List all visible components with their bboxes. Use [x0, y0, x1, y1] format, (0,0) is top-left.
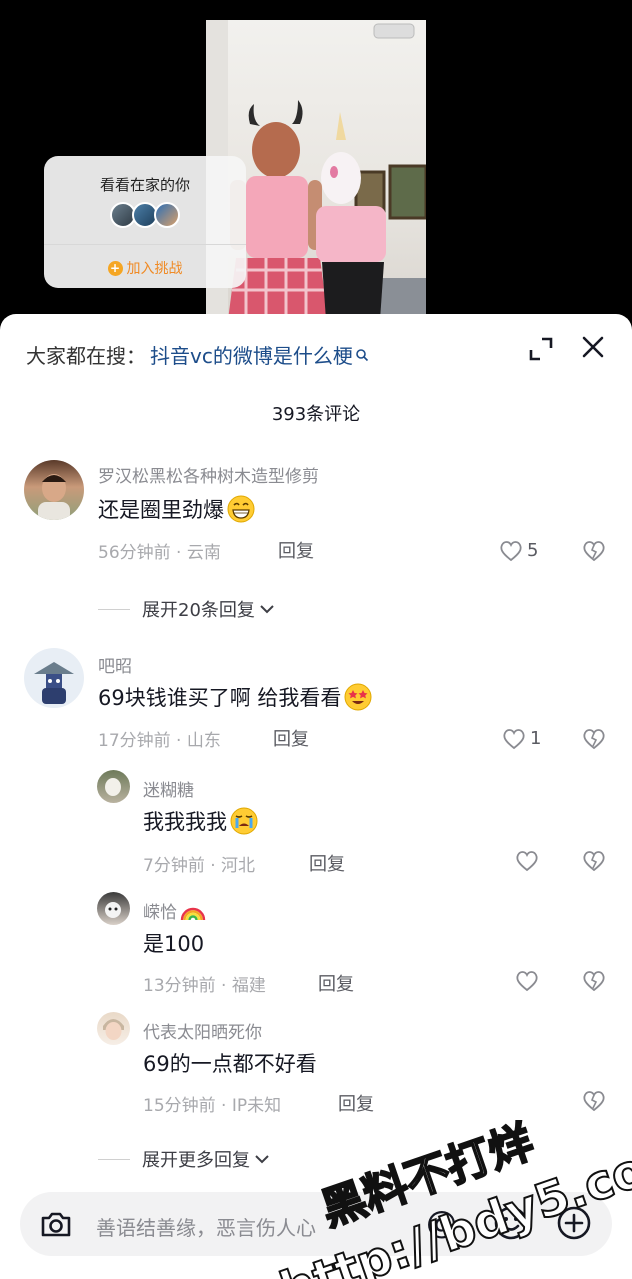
- expand-replies-label: 展开20条回复: [142, 600, 255, 621]
- avatar[interactable]: [97, 1012, 130, 1045]
- expand-replies-button[interactable]: 展开更多回复: [98, 1146, 270, 1172]
- reply-text: 69的一点都不好看: [143, 1052, 317, 1076]
- expand-icon[interactable]: [528, 336, 554, 362]
- avatar[interactable]: [24, 648, 84, 708]
- plus-icon: +: [107, 260, 123, 276]
- avatar[interactable]: [97, 892, 130, 925]
- heart-icon[interactable]: [498, 539, 524, 563]
- search-icon: [356, 348, 368, 361]
- comment-username[interactable]: 罗汉松黑松各种树木造型修剪: [98, 462, 319, 487]
- reply-time-location: 15分钟前 · IP未知: [143, 1096, 282, 1116]
- challenge-card[interactable]: 看看在家的你 + 加入挑战: [44, 156, 246, 288]
- reply-username-text: 嵘恰: [143, 903, 177, 923]
- like-count: 1: [530, 728, 542, 749]
- comments-panel: 大家都在搜： 抖音vc的微博是什么梗 393条评论 罗汉松黑松各种树木造型修剪 …: [0, 314, 632, 1279]
- comment-username[interactable]: 吧昭: [98, 652, 132, 677]
- broken-heart-icon[interactable]: [581, 969, 607, 993]
- reply-username[interactable]: 迷糊糖: [143, 776, 194, 801]
- broken-heart-icon[interactable]: [581, 727, 607, 751]
- reply-username[interactable]: 嵘恰: [143, 898, 207, 923]
- avatar-image: [105, 902, 121, 918]
- join-challenge-button[interactable]: + 加入挑战: [44, 258, 246, 278]
- comment-count: 393条评论: [271, 404, 361, 425]
- avatar-image: [34, 662, 74, 704]
- divider: [44, 244, 246, 245]
- challenge-title: 看看在家的你: [99, 176, 190, 194]
- comment-body: 还是圈里劲爆: [98, 498, 224, 522]
- comment-time-location: 56分钟前 · 云南: [98, 543, 221, 563]
- broken-heart-icon[interactable]: [581, 539, 607, 563]
- reply-button[interactable]: 回复: [318, 970, 354, 996]
- divider: [98, 1158, 130, 1160]
- close-icon[interactable]: [580, 334, 606, 360]
- rainbow-icon: [180, 907, 206, 920]
- heart-icon[interactable]: [514, 969, 540, 993]
- broken-heart-icon[interactable]: [581, 849, 607, 873]
- star-struck-face-icon: [344, 683, 372, 711]
- reply-button[interactable]: 回复: [273, 725, 309, 751]
- like-count: 5: [527, 540, 539, 561]
- expand-replies-label: 展开更多回复: [142, 1150, 250, 1171]
- trending-search-prefix: 大家都在搜：: [26, 344, 146, 368]
- reply-time-location: 13分钟前 · 福建: [143, 976, 266, 996]
- avatar-image: [38, 474, 70, 520]
- trending-search[interactable]: 大家都在搜： 抖音vc的微博是什么梗: [26, 340, 369, 369]
- expand-replies-button[interactable]: 展开20条回复: [98, 596, 275, 622]
- trending-search-query[interactable]: 抖音vc的微博是什么梗: [150, 340, 353, 369]
- camera-icon[interactable]: [38, 1206, 74, 1242]
- participant-avatar: [154, 202, 180, 228]
- crying-face-icon: [230, 807, 258, 835]
- divider: [98, 608, 130, 610]
- reply-username[interactable]: 代表太阳晒死你: [143, 1018, 262, 1043]
- chevron-down-icon: [260, 605, 274, 614]
- comment-text: 还是圈里劲爆: [98, 494, 256, 524]
- watermark: 黑料不打烊 http://bdy5.co: [262, 1115, 632, 1279]
- avatar-image: [105, 778, 121, 796]
- grinning-face-icon: [227, 495, 255, 523]
- comment-text: 69块钱谁买了啊 给我看看: [98, 682, 373, 712]
- heart-icon[interactable]: [514, 849, 540, 873]
- reply-text: 我我我我: [143, 806, 259, 836]
- avatar[interactable]: [97, 770, 130, 803]
- heart-icon[interactable]: [501, 727, 527, 751]
- reply-body: 我我我我: [143, 810, 227, 834]
- broken-heart-icon[interactable]: [581, 1089, 607, 1113]
- reply-button[interactable]: 回复: [278, 537, 314, 563]
- reply-time-location: 7分钟前 · 河北: [143, 856, 256, 876]
- avatar[interactable]: [24, 460, 84, 520]
- comment-body: 69块钱谁买了啊 给我看看: [98, 686, 342, 710]
- reply-button[interactable]: 回复: [309, 850, 345, 876]
- avatar-image: [103, 1019, 124, 1040]
- reply-button[interactable]: 回复: [338, 1090, 374, 1116]
- comment-time-location: 17分钟前 · 山东: [98, 731, 221, 751]
- reply-text: 是100: [143, 932, 205, 956]
- join-challenge-label: 加入挑战: [126, 261, 183, 277]
- video-player[interactable]: 看看在家的你 + 加入挑战: [0, 0, 632, 330]
